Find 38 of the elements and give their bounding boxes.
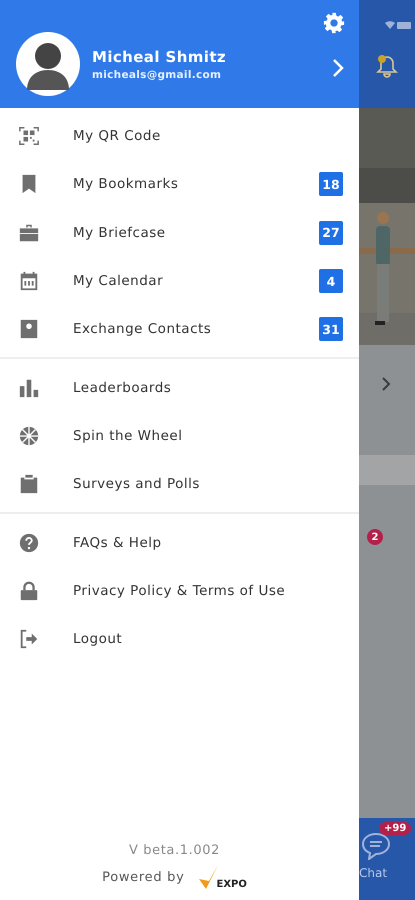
menu-item[interactable]: My Briefcase <box>73 224 319 241</box>
bell-icon[interactable] <box>376 54 398 78</box>
menu-item[interactable]: Exchange Contacts <box>73 321 319 338</box>
contact-card-icon <box>18 318 40 340</box>
count-badge: 27 <box>319 220 343 245</box>
wheel-icon <box>18 424 40 447</box>
notification-badge: 2 <box>367 529 383 545</box>
profile-email: micheals@gmail.com <box>92 68 222 80</box>
calendar-icon <box>18 270 40 292</box>
menu-item[interactable]: My Calendar <box>73 273 319 290</box>
chevron-right-icon <box>381 377 391 391</box>
menu-item[interactable]: FAQs & Help <box>73 534 343 551</box>
chevron-right-icon[interactable] <box>331 58 345 78</box>
menu-item[interactable]: Logout <box>73 631 343 648</box>
help-icon <box>18 532 40 554</box>
count-badge: 4 <box>319 269 343 294</box>
count-badge: 31 <box>319 317 343 342</box>
chat-icon[interactable] <box>361 832 391 860</box>
lock-icon <box>18 580 40 602</box>
menu-item[interactable]: Surveys and Polls <box>73 476 343 492</box>
settings-icon[interactable] <box>323 12 345 34</box>
profile-name: Micheal Shmitz <box>92 48 228 66</box>
version-text: V beta.1.002 <box>129 843 220 858</box>
logo: EXPO <box>198 864 247 890</box>
count-badge: +99 <box>379 822 412 835</box>
clipboard-icon <box>18 473 40 496</box>
tab-label[interactable]: Chat <box>359 866 388 880</box>
powered-by-text: Powered by <box>102 870 184 884</box>
menu-item[interactable]: Spin the Wheel <box>73 428 343 444</box>
qr-code-icon <box>18 125 40 148</box>
count-badge: 18 <box>319 172 343 196</box>
logout-icon <box>18 628 40 650</box>
content-strip <box>359 455 415 485</box>
menu-item[interactable]: My Bookmarks <box>73 176 319 192</box>
menu-item[interactable]: Privacy Policy & Terms of Use <box>73 582 343 599</box>
status-icons-drawing <box>385 20 411 30</box>
menu-item[interactable]: My QR Code <box>73 128 343 144</box>
menu-item[interactable]: Leaderboards <box>73 380 343 396</box>
